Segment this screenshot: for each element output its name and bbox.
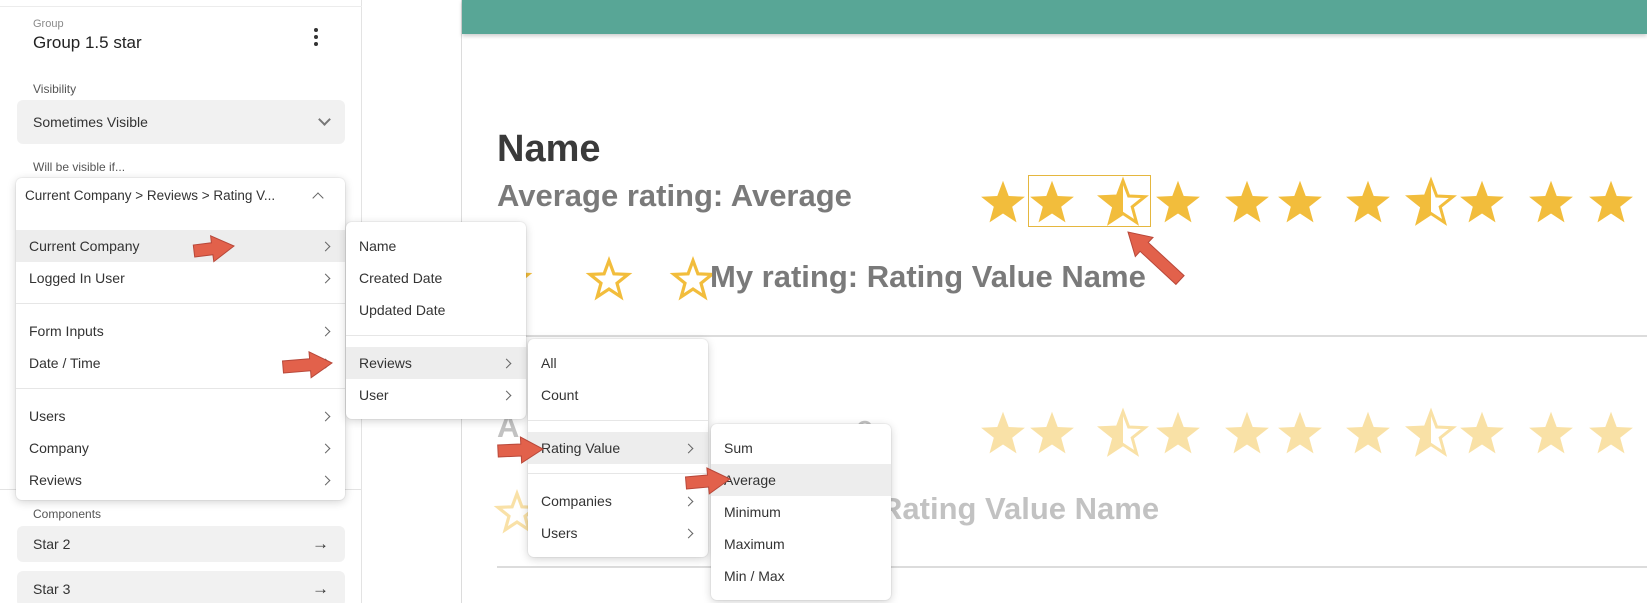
callout-arrow: [497, 436, 544, 464]
callout-arrow: [684, 467, 731, 495]
callout-arrow: [192, 234, 235, 263]
callout-arrow: [281, 350, 333, 379]
callout-arrow: [1127, 231, 1185, 286]
app-root: Name Average rating: Average My rating: …: [0, 0, 1647, 603]
annotation-arrows: [192, 231, 1185, 495]
